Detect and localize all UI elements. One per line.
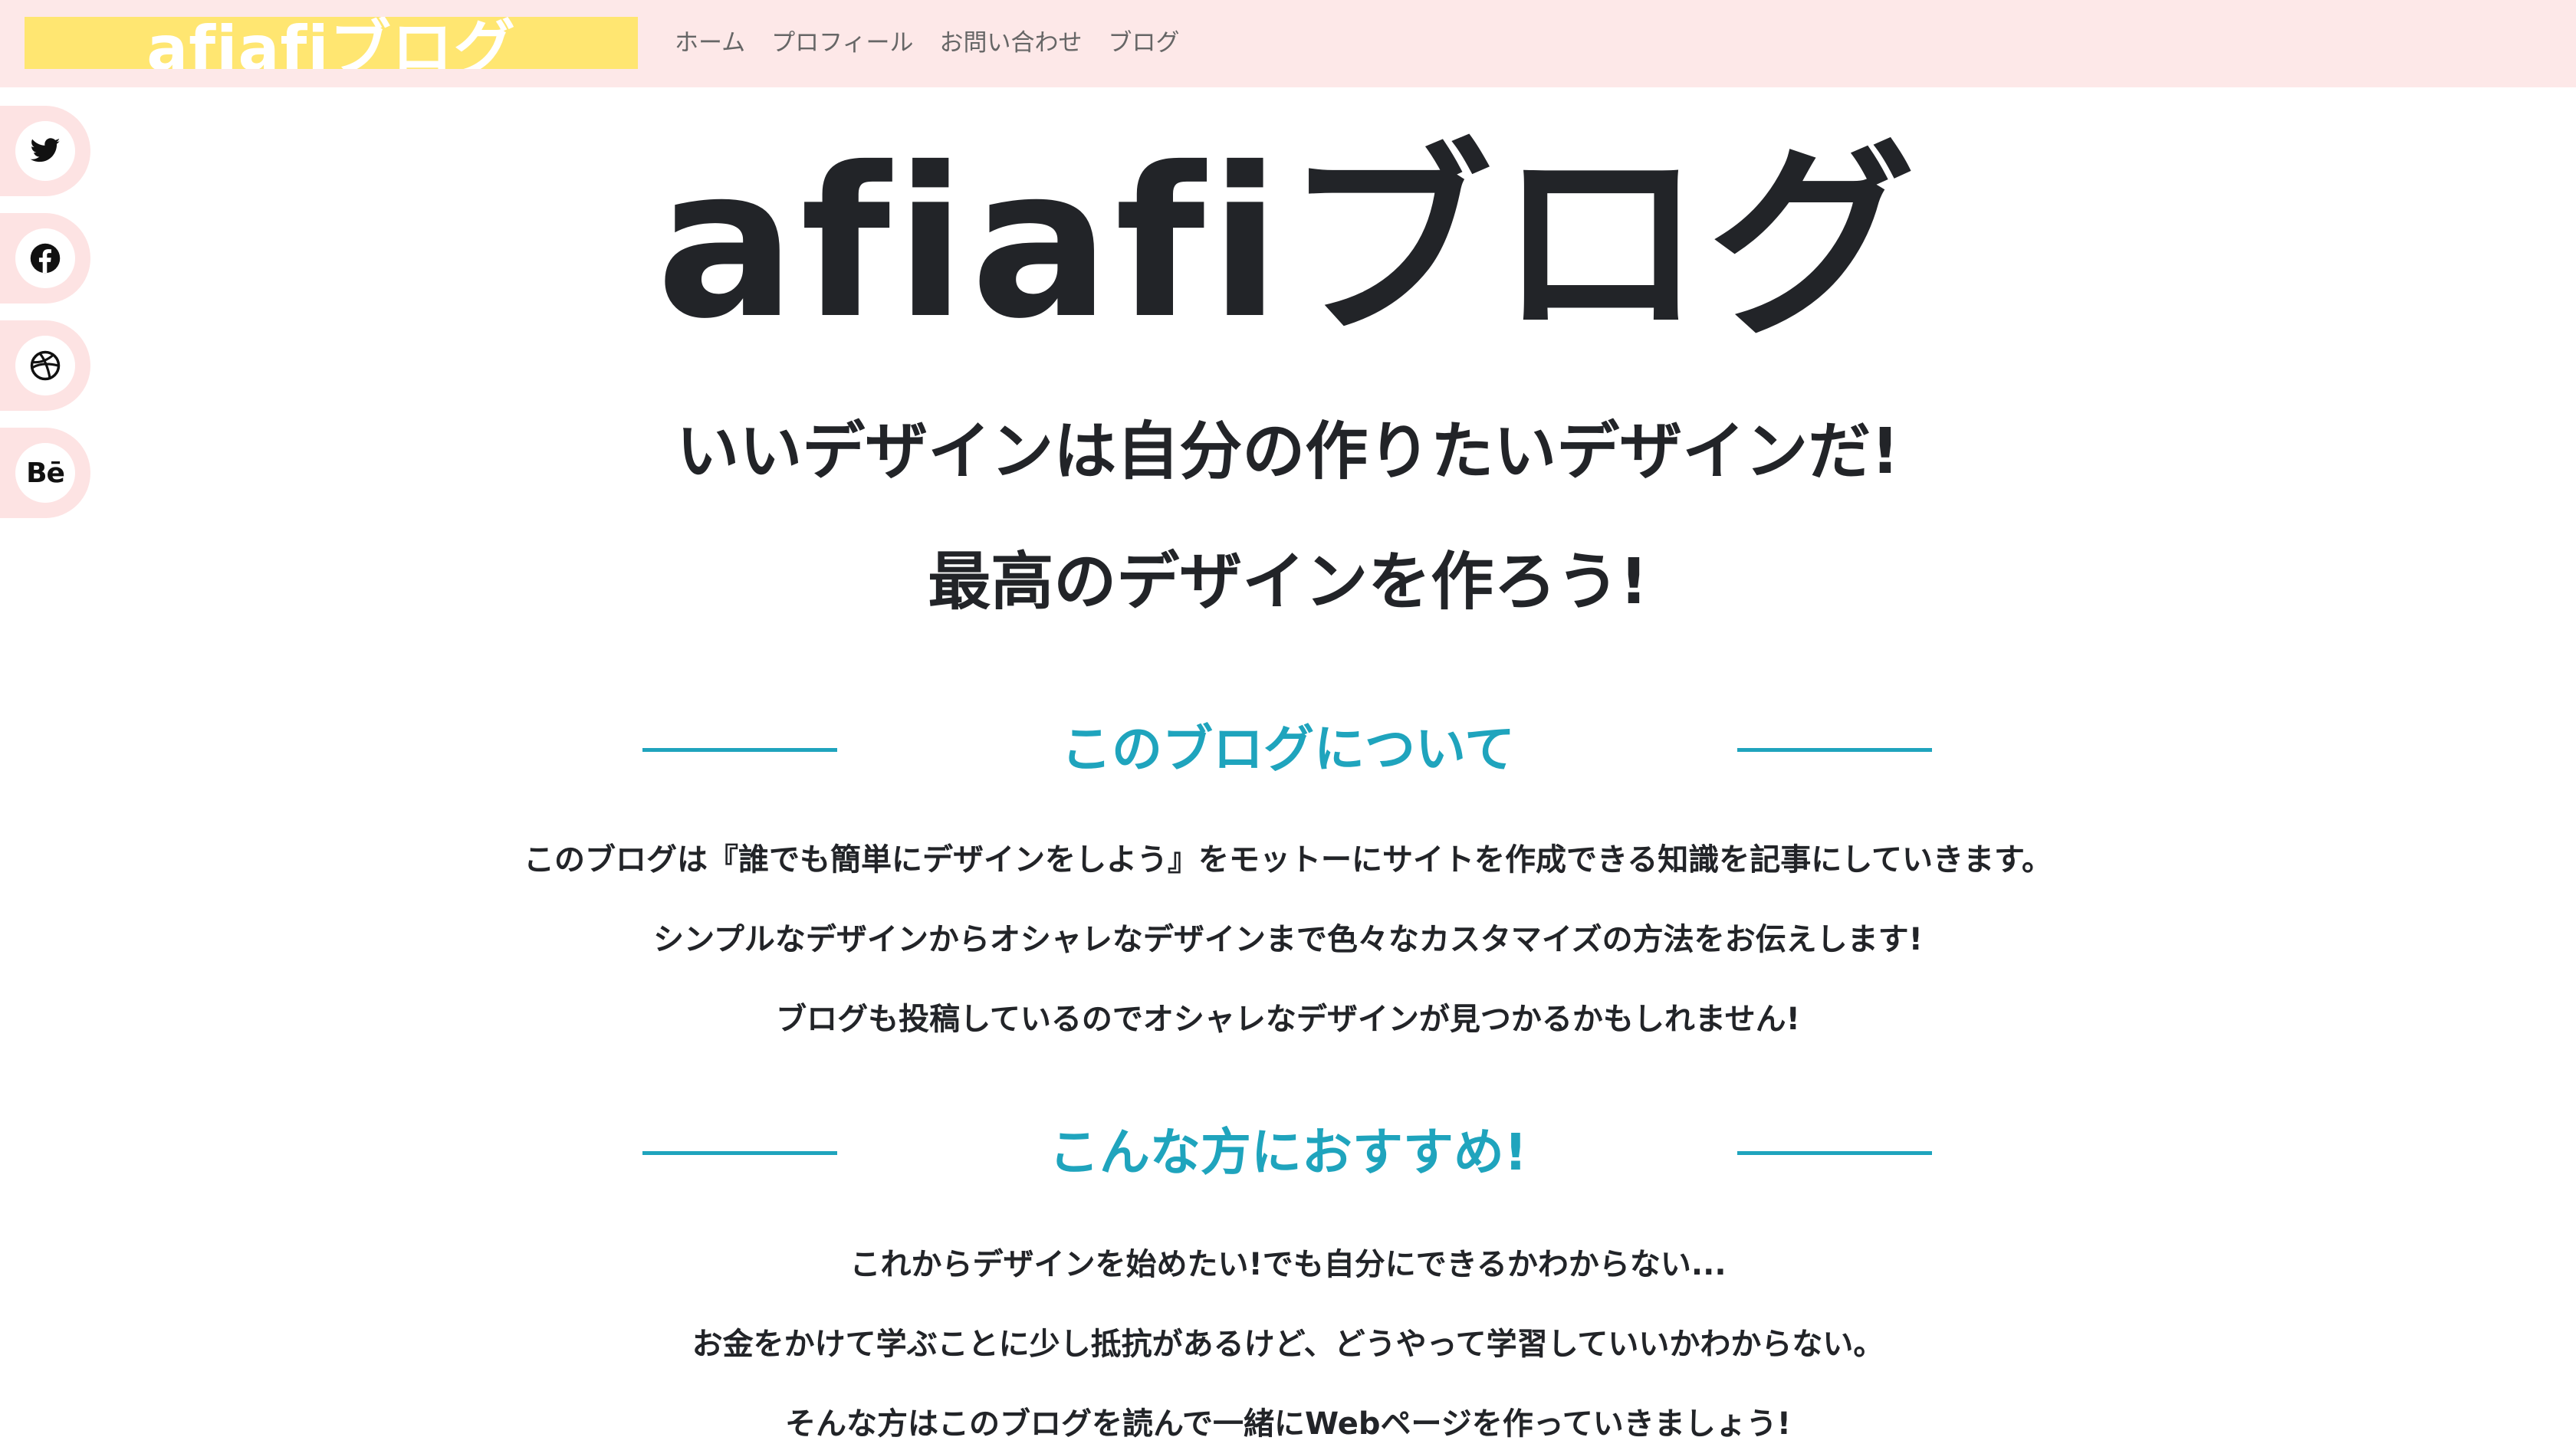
recommend-line-3: そんな方はこのブログを読んで一緒にWebページを作っていきましょう! [785, 1406, 1791, 1442]
about-heading-text: このブログについて [1060, 720, 1516, 779]
site-logo[interactable]: afiafiブログ [25, 17, 638, 69]
recommend-section-heading: こんな方におすすめ! [0, 1122, 2576, 1183]
site-logo-text[interactable]: afiafiブログ [25, 18, 638, 70]
about-line-3: ブログも投稿しているのでオシャレなデザインが見つかるかもしれません! [776, 1002, 1800, 1037]
heading-divider-right [1737, 748, 1932, 752]
main-nav: ホーム プロフィール お問い合わせ ブログ [675, 28, 1179, 58]
top-navigation-bar: afiafiブログ ホーム プロフィール お問い合わせ ブログ [0, 0, 2576, 87]
nav-item-contact[interactable]: お問い合わせ [939, 28, 1082, 58]
hero-title: afiafiブログ [656, 123, 1921, 364]
heading-divider-right [1737, 1151, 1932, 1155]
about-line-2: シンプルなデザインからオシャレなデザインまで色々なカスタマイズの方法をお伝えしま… [653, 922, 1923, 957]
nav-item-blog[interactable]: ブログ [1108, 28, 1179, 58]
recommend-line-1: これからデザインを始めたい!でも自分にできるかわからない... [849, 1247, 1727, 1282]
about-line-1: このブログは『誰でも簡単にデザインをしよう』をモットーにサイトを作成できる知識を… [524, 842, 2052, 878]
recommend-heading-text: こんな方におすすめ! [1048, 1123, 1528, 1182]
recommend-line-2: お金をかけて学ぶことに少し抵抗があるけど、どうやって学習していいかわからない。 [692, 1327, 1884, 1362]
nav-item-home[interactable]: ホーム [675, 28, 745, 58]
nav-item-profile[interactable]: プロフィール [771, 28, 913, 58]
hero-subtitle-1: いいデザインは自分の作りたいデザインだ! [676, 415, 1900, 488]
about-section-heading: このブログについて [0, 719, 2576, 780]
hero-subtitle-2: 最高のデザインを作ろう! [928, 546, 1648, 619]
